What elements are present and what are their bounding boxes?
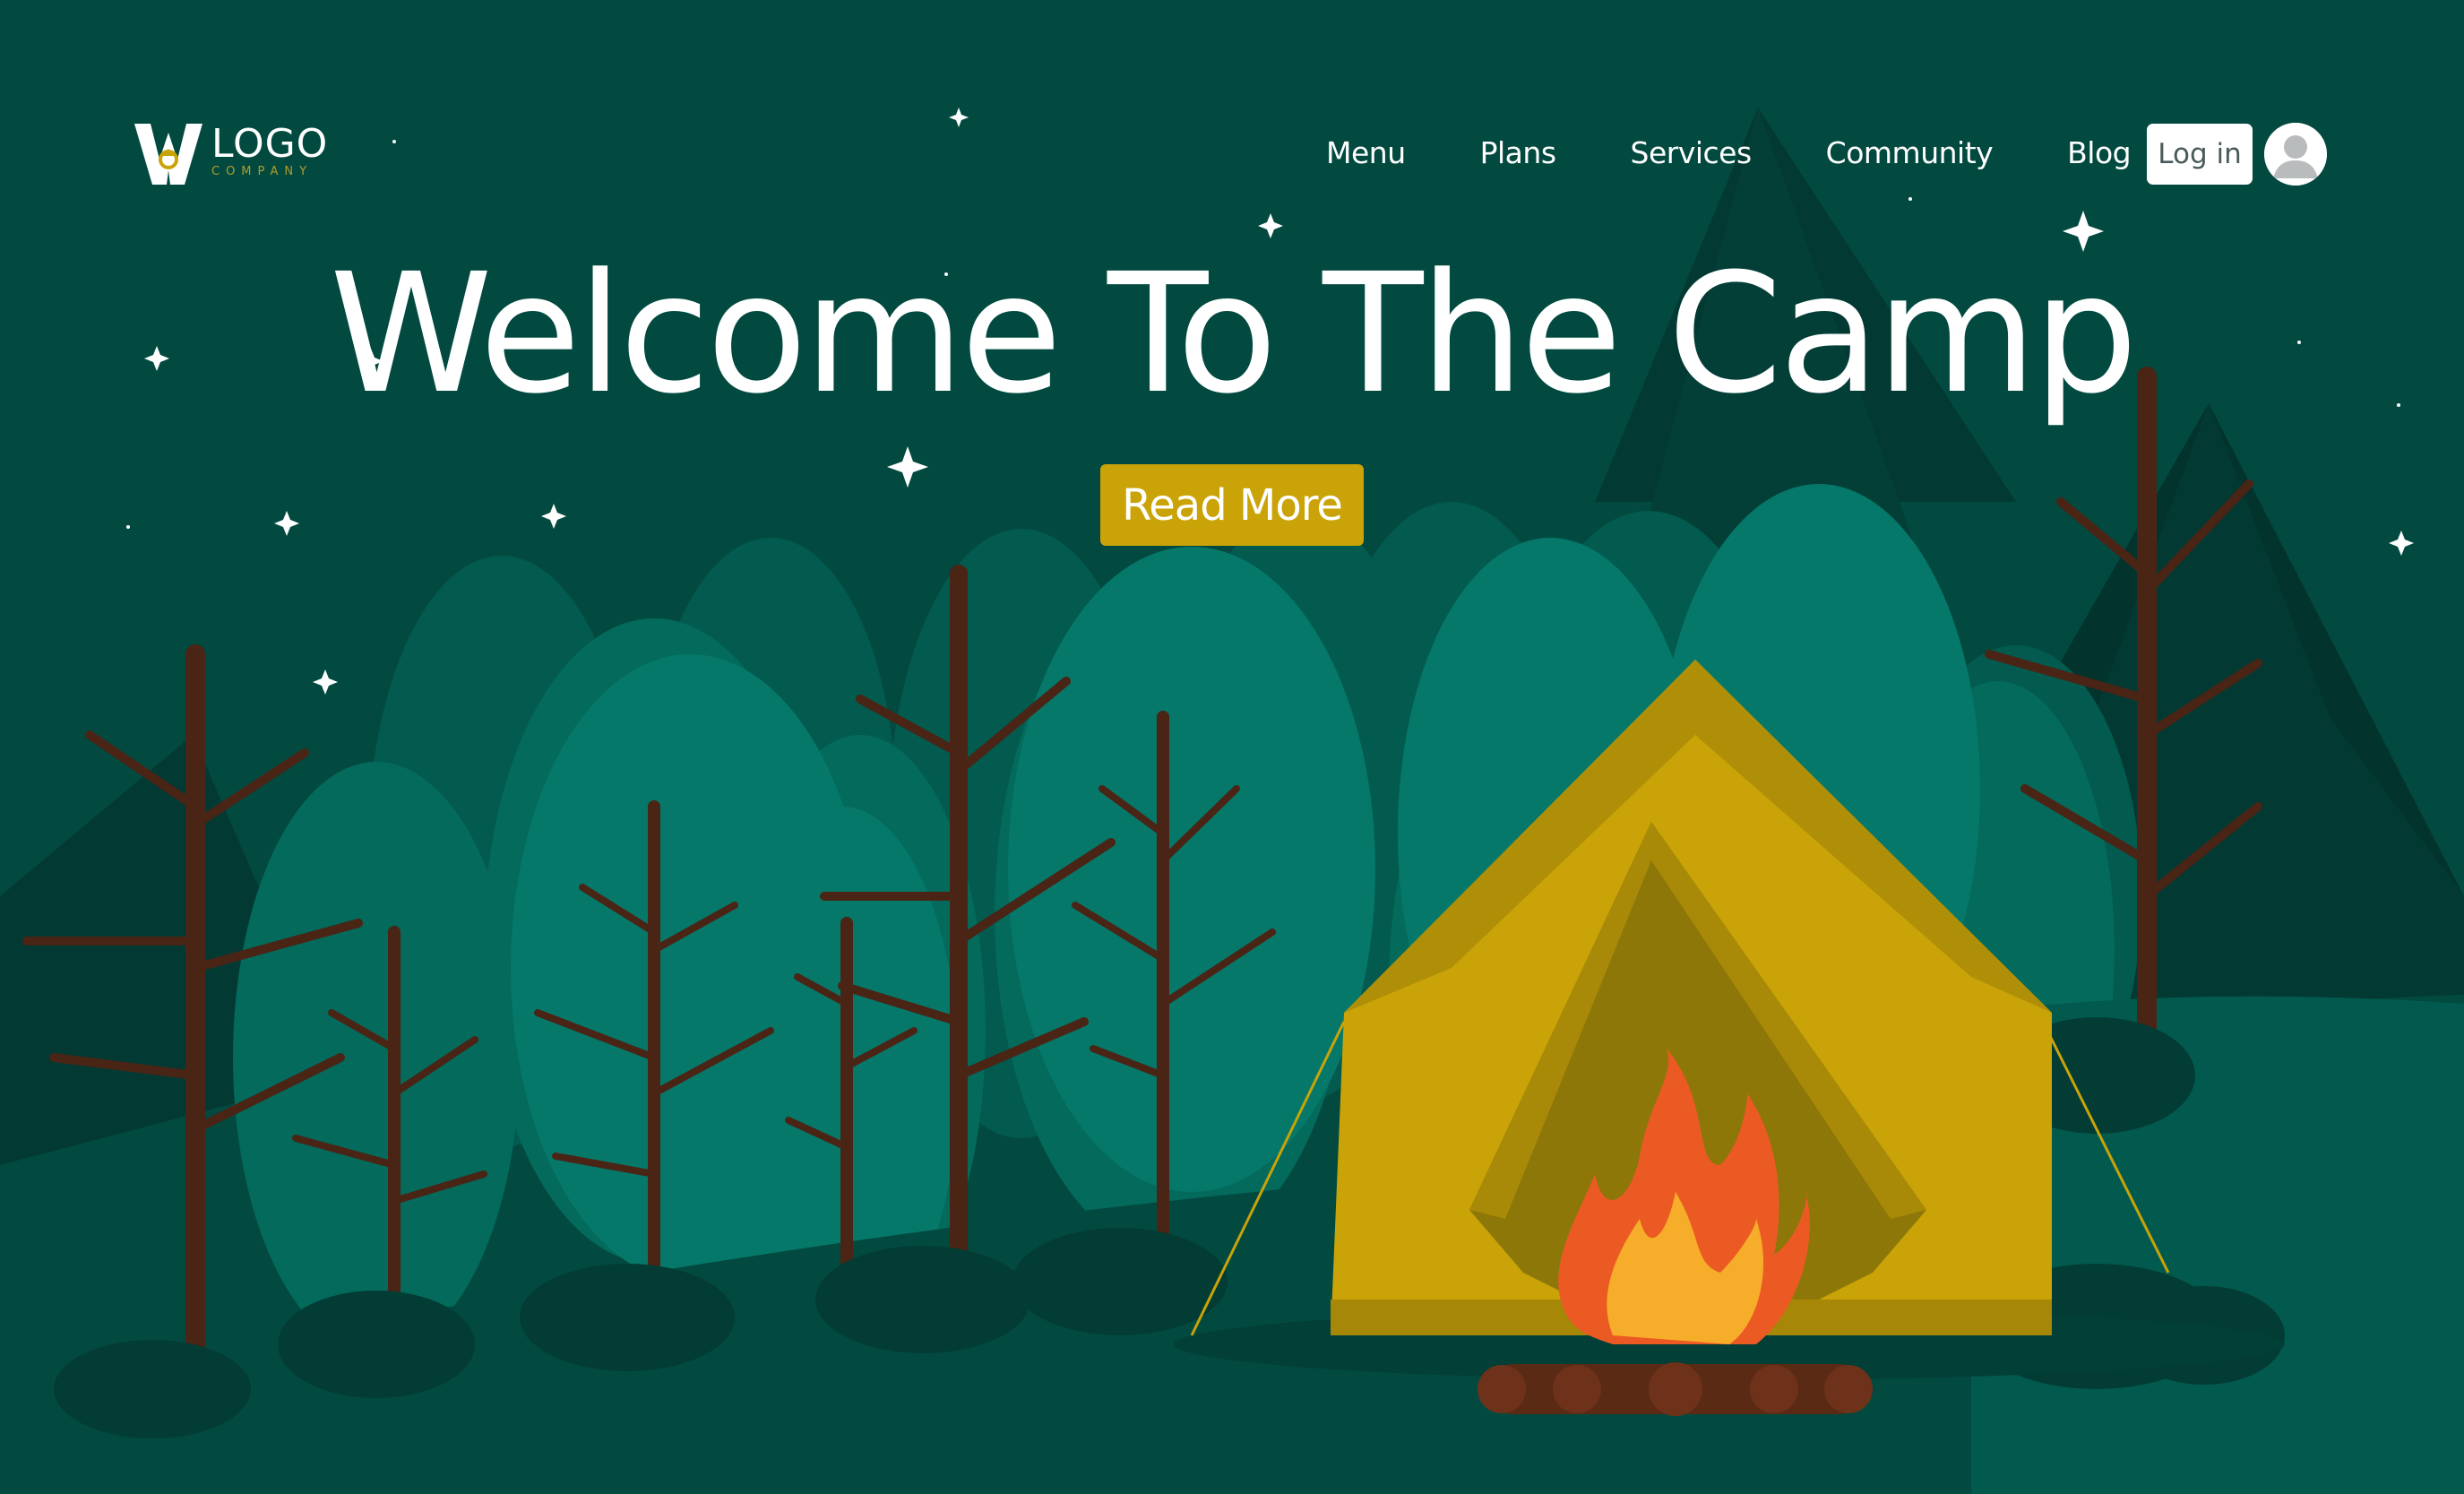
nav-item-services[interactable]: Services: [1631, 135, 1753, 170]
nav-item-blog[interactable]: Blog: [2067, 135, 2131, 170]
logo-subtitle: COMPANY: [211, 165, 314, 178]
logo-mark-icon: [134, 124, 206, 185]
nav-item-menu[interactable]: Menu: [1326, 135, 1406, 170]
main-nav: Menu Plans Services Community Blog: [1326, 130, 2132, 175]
logo-text: LOGO COMPANY: [211, 124, 328, 179]
logo-word: LOGO: [211, 121, 329, 167]
read-more-button[interactable]: Read More: [1100, 464, 1364, 546]
camp-scene-illustration: [0, 0, 2464, 1494]
hero-title: Welcome To The Camp: [329, 238, 2138, 430]
login-button[interactable]: Log in: [2147, 124, 2253, 185]
nav-item-plans[interactable]: Plans: [1480, 135, 1556, 170]
user-avatar-icon[interactable]: [2264, 123, 2327, 186]
company-logo[interactable]: LOGO COMPANY: [134, 124, 328, 185]
nav-item-community[interactable]: Community: [1826, 135, 1994, 170]
